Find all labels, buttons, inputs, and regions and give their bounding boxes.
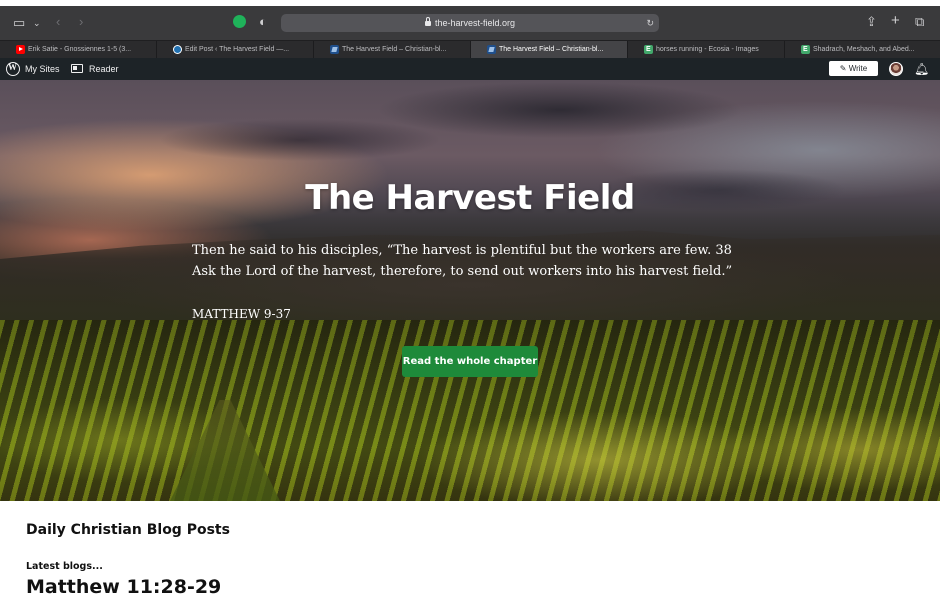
latest-blogs-label: Latest blogs...	[26, 561, 103, 572]
notifications-bell-icon[interactable]: 🔔︎	[914, 62, 929, 76]
read-chapter-button[interactable]: Read the whole chapter	[402, 346, 538, 377]
my-sites-link[interactable]: My Sites	[25, 58, 60, 80]
tab-horses-running[interactable]: horses running - Ecosia - Images	[628, 41, 785, 58]
tab-label: Shadrach, Meshach, and Abed...	[813, 46, 915, 53]
write-label: Write	[848, 64, 868, 73]
hero-quote: Then he said to his disciples, “The harv…	[192, 243, 733, 279]
tab-label: The Harvest Field – Christian-bl...	[342, 46, 447, 53]
browser-toolbar: ▭ ⌄ ‹ › ◐ the-harvest-field.org ↻ ⇪ + ⧉	[0, 6, 940, 40]
tab-edit-post[interactable]: Edit Post ‹ The Harvest Field —...	[157, 41, 314, 58]
avatar[interactable]	[889, 62, 903, 76]
reader-link[interactable]: Reader	[89, 58, 119, 80]
wordpress-logo-icon[interactable]	[6, 62, 20, 76]
hero-title: The Harvest Field	[305, 178, 635, 218]
tab-label: Edit Post ‹ The Harvest Field —...	[185, 46, 290, 53]
shield-icon[interactable]: ◐	[259, 14, 267, 30]
youtube-icon	[16, 45, 25, 54]
tab-harvest-field-active[interactable]: The Harvest Field – Christian-bl...	[471, 41, 628, 58]
hero-vineyard-light	[0, 370, 940, 501]
tab-bar: Erik Satie - Gnossiennes 1-5 (3... Edit …	[0, 40, 940, 58]
site-icon	[330, 45, 339, 54]
url-text: the-harvest-field.org	[434, 18, 516, 28]
reader-icon[interactable]	[71, 64, 83, 73]
reload-icon[interactable]: ↻	[646, 14, 654, 32]
tab-harvest-field-1[interactable]: The Harvest Field – Christian-bl...	[314, 41, 471, 58]
post-title-link[interactable]: Matthew 11:28-29	[26, 576, 221, 598]
tab-label: horses running - Ecosia - Images	[656, 46, 759, 53]
tab-label: Erik Satie - Gnossiennes 1-5 (3...	[28, 46, 132, 53]
share-icon[interactable]: ⇪	[866, 14, 877, 30]
wordpress-icon	[173, 45, 182, 54]
wp-admin-bar: My Sites Reader ✎ Write 🔔︎	[0, 58, 940, 80]
hero-banner: The Harvest Field Then he said to his di…	[0, 80, 940, 501]
section-title: Daily Christian Blog Posts	[26, 522, 230, 538]
pen-icon: ✎	[839, 64, 847, 73]
tab-shadrach[interactable]: Shadrach, Meshach, and Abed...	[785, 41, 940, 58]
new-tab-icon[interactable]: +	[891, 13, 900, 29]
write-button[interactable]: ✎ Write	[829, 61, 878, 76]
tab-overview-icon[interactable]: ⧉	[915, 14, 924, 30]
lock-icon	[424, 17, 431, 26]
grammarly-icon[interactable]	[233, 15, 246, 28]
forward-icon[interactable]: ›	[79, 14, 83, 30]
address-bar[interactable]: the-harvest-field.org ↻	[281, 14, 659, 32]
tab-erik-satie[interactable]: Erik Satie - Gnossiennes 1-5 (3...	[0, 41, 157, 58]
sidebar-toggle-icon[interactable]: ▭	[13, 15, 25, 31]
site-icon	[487, 45, 496, 54]
ecosia-icon	[644, 41, 653, 58]
hero-reference: MATTHEW 9-37	[192, 307, 291, 321]
chevron-down-icon[interactable]: ⌄	[33, 15, 41, 31]
back-icon[interactable]: ‹	[56, 14, 60, 30]
tab-label: The Harvest Field – Christian-bl...	[499, 46, 604, 53]
ecosia-icon	[801, 41, 810, 58]
